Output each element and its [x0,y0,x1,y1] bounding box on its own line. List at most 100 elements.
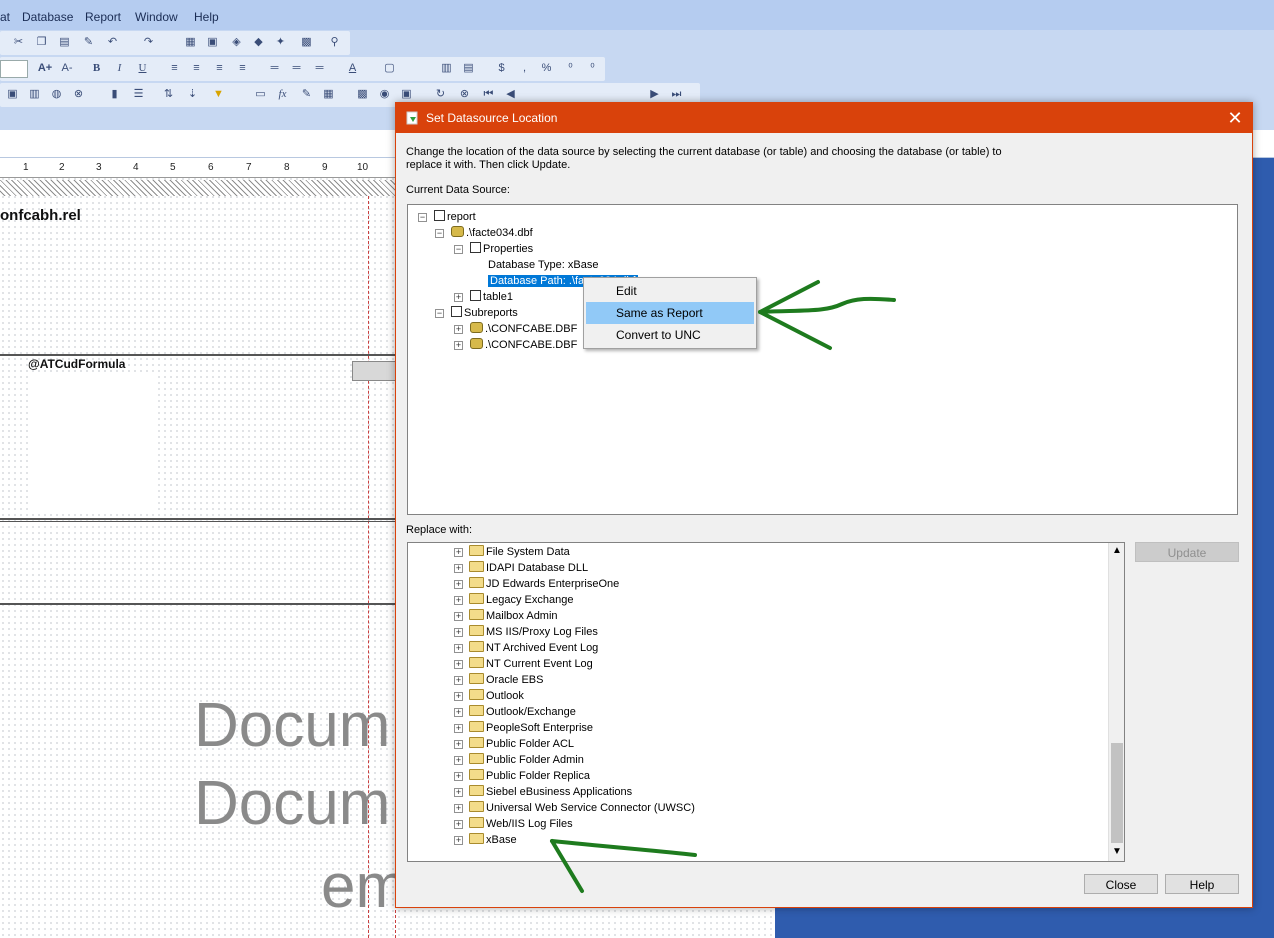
repository-icon[interactable]: ▩ [356,88,369,101]
underline-button[interactable]: U [136,62,149,75]
tree-node[interactable]: .\facte034.dbf [451,225,533,241]
italic-button[interactable]: I [113,62,126,75]
tree-node[interactable]: Properties [470,241,533,257]
tree-node[interactable]: NT Archived Event Log [469,640,598,656]
align-center-icon[interactable]: ≡ [190,62,203,75]
decrease-decimal-icon[interactable]: ⁰ [586,62,599,75]
help-button[interactable]: Help [1165,874,1239,894]
tree-node[interactable]: Public Folder Admin [469,752,584,768]
tree-node[interactable]: Siebel eBusiness Applications [469,784,632,800]
tree-node[interactable]: Universal Web Service Connector (UWSC) [469,800,695,816]
tree-expander-icon[interactable]: − [454,245,463,254]
insert-field-icon[interactable]: ▭ [254,88,267,101]
tree-node[interactable]: Public Folder ACL [469,736,574,752]
tree-expander-icon[interactable]: + [454,820,463,829]
menu-help[interactable]: Help [194,10,219,24]
scroll-down-icon[interactable]: ▼ [1112,846,1122,857]
menu-item-edit[interactable]: Edit [586,280,754,302]
tree-node[interactable]: Outlook/Exchange [469,704,576,720]
olap-icon[interactable]: ⊗ [72,88,85,101]
picture-icon[interactable]: ▣ [6,88,19,101]
sort-az-icon[interactable]: ⇣ [186,88,199,101]
first-page-icon[interactable]: ⏮ [482,88,495,101]
paste-icon[interactable]: ▤ [58,36,71,49]
menu-window[interactable]: Window [135,10,178,24]
align-left-icon[interactable]: ≡ [168,62,181,75]
tree-expander-icon[interactable]: + [454,596,463,605]
formula-workshop-icon[interactable]: ✎ [300,88,313,101]
map-icon[interactable]: ◍ [50,88,63,101]
binoculars-icon[interactable]: ⚲ [328,36,341,49]
tree-expander-icon[interactable]: + [454,612,463,621]
tree-node[interactable]: MS IIS/Proxy Log Files [469,624,598,640]
tree-node[interactable]: xBase [469,832,517,848]
tree-node[interactable]: report [434,209,476,225]
report-field-file[interactable]: onfcabh.rel [0,207,81,224]
tree-node[interactable]: Mailbox Admin [469,608,558,624]
menu-format[interactable]: at [0,10,10,24]
menu-database[interactable]: Database [22,10,73,24]
record-sort-icon[interactable]: ✦ [274,36,287,49]
cross-tab-icon[interactable]: ▦ [322,88,335,101]
section-icon[interactable]: ▦ [184,36,197,49]
menu-item-same-as-report[interactable]: Same as Report [586,302,754,324]
tree-expander-icon[interactable]: + [454,692,463,701]
currency-button[interactable]: $ [495,62,508,75]
tree-node[interactable]: Database Type: xBase [488,257,598,273]
copy-icon[interactable]: ❐ [35,36,48,49]
tree-node[interactable]: Legacy Exchange [469,592,573,608]
replace-with-tree[interactable]: + File System Data + IDAPI Database DLL + JD … [407,542,1125,862]
toolbox-icon[interactable]: ▩ [300,36,313,49]
tree-node[interactable]: Subreports [451,305,518,321]
font-size-combo[interactable] [0,60,28,78]
tree-expander-icon[interactable]: + [454,724,463,733]
tree-expander-icon[interactable]: + [454,804,463,813]
print-preview-icon[interactable]: ▣ [400,88,413,101]
cut-icon[interactable]: ✂ [12,36,25,49]
percent-button[interactable]: % [540,62,553,75]
tree-expander-icon[interactable]: + [454,756,463,765]
lock-format-icon[interactable]: ▤ [462,62,475,75]
chart-icon[interactable]: ▥ [28,88,41,101]
tree-node[interactable]: Public Folder Replica [469,768,590,784]
close-button[interactable]: Close [1084,874,1158,894]
tree-expander-icon[interactable]: + [454,772,463,781]
expert-icon[interactable]: ◈ [230,36,243,49]
formula-button[interactable]: fx [276,88,289,101]
menu-report[interactable]: Report [85,10,121,24]
vertical-scrollbar[interactable]: ▲ ▼ [1108,543,1124,861]
bottom-align-icon[interactable]: ═ [313,62,326,75]
menu-item-convert-to-unc[interactable]: Convert to UNC [586,324,754,346]
filter-icon[interactable]: ▼ [212,88,225,101]
tree-expander-icon[interactable]: + [454,708,463,717]
increase-decimal-icon[interactable]: ⁰ [564,62,577,75]
grow-font-button[interactable]: A+ [36,62,54,75]
tree-node[interactable]: Outlook [469,688,524,704]
field-object[interactable] [352,361,397,381]
stop-icon[interactable]: ⊗ [458,88,471,101]
bold-button[interactable]: B [90,62,103,75]
scroll-up-icon[interactable]: ▲ [1112,545,1122,556]
select-expert-icon[interactable]: ◆ [252,36,265,49]
middle-align-icon[interactable]: ═ [290,62,303,75]
tree-expander-icon[interactable]: + [454,644,463,653]
align-right-icon[interactable]: ≡ [213,62,226,75]
thousands-button[interactable]: , [518,62,531,75]
update-button[interactable]: Update [1135,542,1239,562]
tree-node[interactable]: JD Edwards EnterpriseOne [469,576,619,592]
tree-expander-icon[interactable]: + [454,628,463,637]
sort-icon[interactable]: ⇅ [162,88,175,101]
undo-icon[interactable]: ↶ [106,36,119,49]
tree-node[interactable]: PeopleSoft Enterprise [469,720,593,736]
field-explorer-icon[interactable]: ▣ [206,36,219,49]
tree-expander-icon[interactable]: + [454,580,463,589]
prev-page-icon[interactable]: ◀ [504,88,517,101]
dialog-titlebar[interactable]: Set Datasource Location ✕ [396,103,1252,133]
tree-expander-icon[interactable]: + [454,293,463,302]
close-icon[interactable]: ✕ [1222,106,1248,130]
justify-icon[interactable]: ≡ [236,62,249,75]
font-color-icon[interactable]: A [346,62,359,75]
next-page-icon[interactable]: ▶ [648,88,661,101]
tree-expander-icon[interactable]: + [454,788,463,797]
tree-node[interactable]: IDAPI Database DLL [469,560,588,576]
